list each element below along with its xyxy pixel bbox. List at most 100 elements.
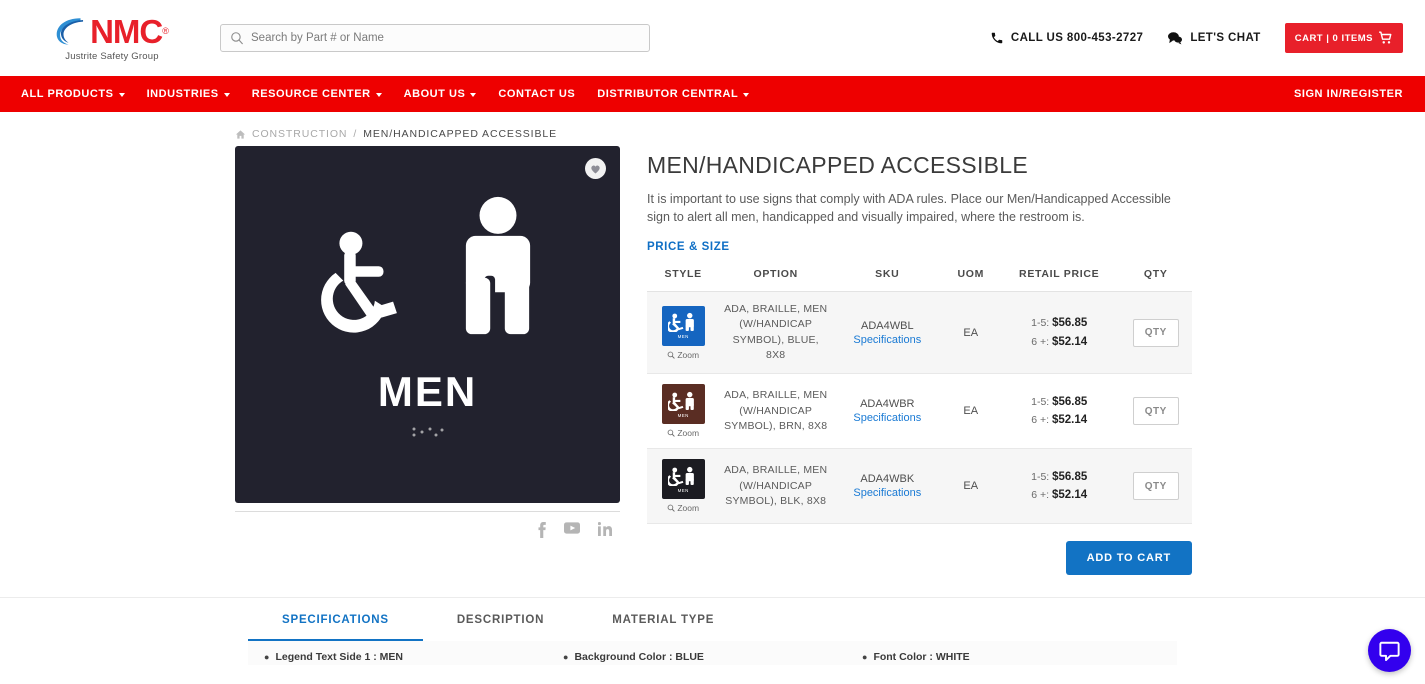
cart-button[interactable]: CART | 0 ITEMS <box>1284 23 1403 53</box>
linkedin-icon[interactable] <box>597 522 612 538</box>
bullet-icon: ● <box>264 652 270 663</box>
restroom-pictogram-icon <box>668 466 695 486</box>
wishlist-button[interactable] <box>585 158 606 179</box>
zoom-label: Zoom <box>677 503 700 514</box>
sku-value: ADA4WBL <box>861 319 914 332</box>
price-tier-2: 6 +: $52.14 <box>1003 486 1116 504</box>
retail-price-cell: 1-5: $56.85 6 +: $52.14 <box>998 448 1120 525</box>
style-cell: MEN Zoom <box>647 448 720 525</box>
color-swatch-thumbnail[interactable]: MEN <box>661 384 705 425</box>
nav-item-industries[interactable]: INDUSTRIES <box>136 76 241 112</box>
cart-icon <box>1379 31 1392 44</box>
specifications-link[interactable]: Specifications <box>836 334 939 346</box>
header-actions: CALL US 800-453-2727 LET'S CHAT CART | 0… <box>990 23 1403 53</box>
phone-icon <box>991 32 1003 44</box>
table-row: MEN Zoom ADA, BRAILLE, MEN (W/HANDICAP S… <box>647 291 1192 375</box>
nav-label: ABOUT US <box>403 88 466 100</box>
page-title: MEN/HANDICAPPED ACCESSIBLE <box>647 152 1029 178</box>
call-us-label: CALL US 800-453-2727 <box>1010 32 1144 44</box>
chat-widget-button[interactable] <box>1368 629 1411 672</box>
home-icon[interactable] <box>235 129 246 140</box>
retail-price-cell: 1-5: $56.85 6 +: $52.14 <box>998 291 1120 375</box>
zoom-label: Zoom <box>677 349 700 360</box>
column-header-qty: QTY <box>1119 264 1192 293</box>
zoom-link[interactable]: Zoom <box>667 428 699 438</box>
table-row: MEN Zoom ADA, BRAILLE, MEN (W/HANDICAP S… <box>647 448 1192 525</box>
qty-cell <box>1119 448 1192 525</box>
tab-specifications[interactable]: SPECIFICATIONS <box>248 598 423 642</box>
nav-item-resource-center[interactable]: RESOURCE CENTER <box>241 76 393 112</box>
style-cell: MEN Zoom <box>647 291 720 375</box>
zoom-link[interactable]: Zoom <box>667 503 699 513</box>
specifications-link[interactable]: Specifications <box>836 412 939 424</box>
sign-in-register-link[interactable]: SIGN IN/REGISTER <box>1294 88 1403 100</box>
search-input[interactable] <box>251 32 640 44</box>
quantity-input[interactable] <box>1132 397 1179 426</box>
tier-1-label: 1-5: <box>1031 317 1050 330</box>
cart-action-row: ADD TO CART <box>647 541 1192 576</box>
tab-description[interactable]: DESCRIPTION <box>423 598 578 641</box>
spec-column: ● Font Color : WHITE <box>862 651 1161 665</box>
nav-item-about-us[interactable]: ABOUT US <box>393 76 488 112</box>
restroom-pictogram-icon <box>668 391 695 411</box>
quantity-input[interactable] <box>1132 472 1179 501</box>
chat-bubble-icon <box>1379 641 1400 661</box>
youtube-icon[interactable] <box>564 522 580 538</box>
facebook-icon[interactable] <box>537 522 546 538</box>
nmc-swoosh-icon <box>56 18 84 45</box>
logo-trademark: ® <box>162 25 169 36</box>
specifications-link[interactable]: Specifications <box>836 487 939 499</box>
price-size-table: STYLE OPTION SKU UOM RETAIL PRICE QTY ME… <box>647 264 1192 525</box>
zoom-label: Zoom <box>677 428 700 439</box>
price-size-heading: PRICE & SIZE <box>647 241 730 254</box>
cart-label: CART | 0 ITEMS <box>1294 32 1373 44</box>
search-box[interactable] <box>220 24 650 52</box>
color-swatch-thumbnail[interactable]: MEN <box>661 305 705 346</box>
call-us-link[interactable]: CALL US 800-453-2727 <box>990 31 1143 45</box>
site-header: NMC® Justrite Safety Group CALL US 800-4… <box>0 0 1425 76</box>
price-tier-2: 6 +: $52.14 <box>1003 411 1116 429</box>
nav-item-distributor-central[interactable]: DISTRIBUTOR CENTRAL <box>586 76 760 112</box>
product-detail-area: MEN MEN/HANDICAPPED ACCESSIBLE It is imp… <box>22 146 1403 576</box>
product-info-column: MEN/HANDICAPPED ACCESSIBLE It is importa… <box>620 146 1403 576</box>
breadcrumb-category-link[interactable]: CONSTRUCTION <box>252 128 347 140</box>
tier-1-label: 1-5: <box>1031 470 1050 483</box>
option-cell: ADA, BRAILLE, MEN (W/HANDICAP SYMBOL), B… <box>719 291 832 375</box>
chevron-down-icon <box>743 92 750 97</box>
specifications-panel: ● Legend Text Side 1 : MEN ● Background … <box>248 641 1177 665</box>
sku-cell: ADA4WBL Specifications <box>832 291 943 375</box>
option-cell: ADA, BRAILLE, MEN (W/HANDICAP SYMBOL), B… <box>719 373 832 450</box>
sku-value: ADA4WBR <box>860 398 915 411</box>
tier-1-label: 1-5: <box>1031 395 1050 408</box>
zoom-link[interactable]: Zoom <box>667 350 699 360</box>
price-tier-1: 1-5: $56.85 <box>1003 314 1116 332</box>
spec-list-item: ● Font Color : WHITE <box>862 651 1161 665</box>
nav-item-all-products[interactable]: ALL PRODUCTS <box>10 76 136 112</box>
nav-item-contact-us[interactable]: CONTACT US <box>487 76 586 112</box>
sku-value: ADA4WBK <box>860 473 915 486</box>
wheelchair-icon <box>320 231 397 333</box>
option-cell: ADA, BRAILLE, MEN (W/HANDICAP SYMBOL), B… <box>719 448 832 525</box>
chevron-down-icon <box>470 92 477 97</box>
product-main-image[interactable]: MEN <box>235 146 620 503</box>
style-cell: MEN Zoom <box>647 373 720 450</box>
add-to-cart-button[interactable]: ADD TO CART <box>1065 541 1192 576</box>
tier-1-price: $56.85 <box>1052 470 1088 483</box>
quantity-input[interactable] <box>1132 318 1179 347</box>
site-logo[interactable]: NMC ® Justrite Safety Group <box>24 14 200 62</box>
tier-2-label: 6 +: <box>1031 335 1050 348</box>
qty-cell <box>1119 291 1192 375</box>
logo-tagline: Justrite Safety Group <box>65 51 159 62</box>
spec-text: Background Color : BLUE <box>574 651 704 664</box>
swatch-caption: MEN <box>677 487 689 493</box>
table-body: MEN Zoom ADA, BRAILLE, MEN (W/HANDICAP S… <box>647 291 1192 525</box>
tab-material-type[interactable]: MATERIAL TYPE <box>578 598 748 641</box>
tier-1-price: $56.85 <box>1052 317 1088 330</box>
search-icon <box>231 32 244 45</box>
lets-chat-link[interactable]: LET'S CHAT <box>1167 31 1260 45</box>
color-swatch-thumbnail[interactable]: MEN <box>661 459 705 500</box>
chevron-down-icon <box>375 92 382 97</box>
table-header: STYLE OPTION SKU UOM RETAIL PRICE QTY <box>647 264 1192 293</box>
tier-1-price: $56.85 <box>1052 395 1088 408</box>
tier-2-price: $52.14 <box>1051 414 1088 427</box>
